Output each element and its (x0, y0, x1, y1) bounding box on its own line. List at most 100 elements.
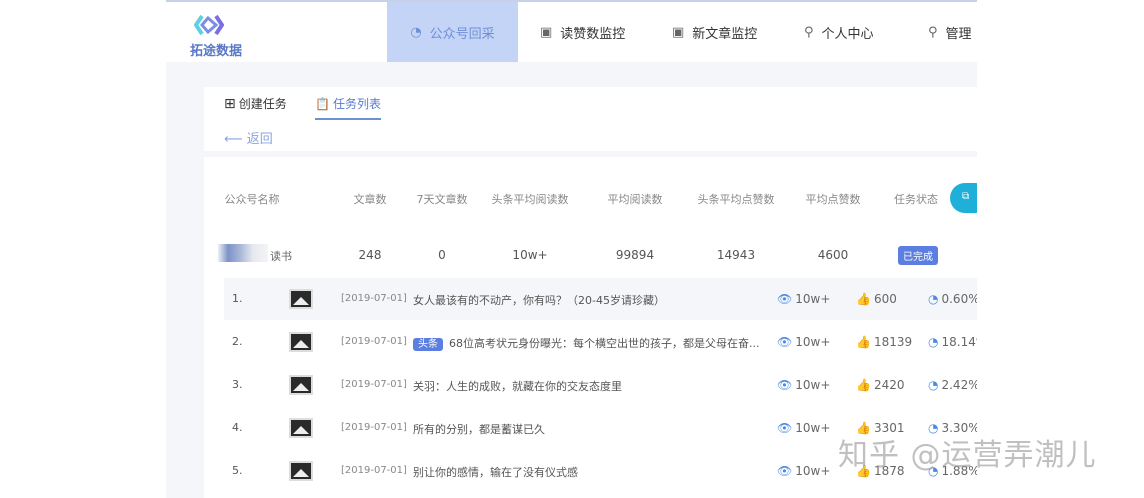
like-rate: ◔ 0.60% (928, 292, 977, 306)
col-header-avg-likes: 平均点赞数 (805, 193, 861, 206)
views: 👁 10w+ (777, 378, 830, 392)
top-header: 拓途数据 ◔ 公众号回采 ▣ 读赞数监控 ▣ 新文章监控 ⚲ 个人中心 ⚲ 管理 (166, 2, 977, 62)
clipboard-icon: 📋 (315, 96, 330, 111)
nav-label: 新文章监控 (692, 26, 758, 42)
tab-label: 任务列表 (332, 97, 381, 111)
row-index: 2. (232, 335, 243, 348)
article-row[interactable]: 3. [2019-07-01] 关羽：人生的成败，就藏在你的交友态度里 👁 10w… (224, 364, 977, 406)
avg-likes: 4600 (817, 248, 849, 262)
likes: 👍 2420 (856, 378, 905, 392)
nav-admin[interactable]: ⚲ 管理 (928, 2, 972, 62)
title-text: 女人最该有的不动产，你有吗？（20-45岁请珍藏） (413, 294, 665, 307)
views-value: 10w+ (795, 421, 831, 435)
col-header-head-avg-reads: 头条平均阅读数 (491, 193, 569, 206)
article-title[interactable]: 头条 68位高考状元身份曝光：每个横空出世的孩子，都是父母在奋... (413, 335, 760, 351)
like-rate: ◔18.14% (928, 335, 977, 349)
thumbnail-image (289, 418, 313, 438)
nav-new-article-monitor[interactable]: ▣ 新文章监控 (672, 2, 757, 62)
row-index: 5. (232, 464, 243, 477)
eye-icon: 👁 (777, 335, 793, 349)
thumbs-up-icon: 👍 (856, 378, 871, 392)
logo-icon (193, 14, 225, 36)
nav-label: 管理 (945, 26, 972, 42)
rate-value: 18.14% (941, 335, 977, 349)
nav-label: 公众号回采 (429, 26, 495, 42)
tab-task-list[interactable]: 📋 任务列表 (315, 95, 381, 120)
rate-value: 0.60% (941, 292, 977, 306)
articles-7d-count: 0 (438, 248, 446, 262)
action-button[interactable]: ⧉ (950, 183, 977, 213)
article-title[interactable]: 关羽：人生的成败，就藏在你的交友态度里 (413, 378, 622, 394)
likes-value: 18139 (873, 335, 913, 349)
article-date: [2019-07-01] (341, 293, 407, 304)
divider (204, 151, 977, 157)
avg-reads: 99894 (615, 248, 655, 262)
monitor-icon: ▣ (672, 24, 685, 40)
views-value: 10w+ (795, 464, 831, 478)
article-date: [2019-07-01] (341, 465, 407, 476)
logo-text: 拓途数据 (190, 44, 243, 59)
watermark: 知乎 @运营弄潮儿 (838, 438, 1097, 473)
head-avg-likes: 14943 (716, 248, 756, 262)
col-header-avg-reads: 平均阅读数 (607, 193, 663, 206)
pie-chart-icon: ◔ (410, 24, 422, 40)
row-index: 4. (232, 421, 243, 434)
arrow-left-icon: ⟵ (224, 132, 247, 147)
likes: 👍 600 (856, 292, 897, 306)
article-title[interactable]: 所有的分别，都是蓄谋已久 (413, 421, 545, 437)
thumbnail-image (289, 332, 313, 352)
thumbnail-image (289, 461, 313, 481)
views: 👁 10w+ (777, 292, 830, 306)
article-date: [2019-07-01] (341, 336, 407, 347)
tab-label: 创建任务 (238, 97, 287, 111)
tab-create-task[interactable]: ⊞ 创建任务 (224, 95, 287, 112)
article-date: [2019-07-01] (341, 422, 407, 433)
views-value: 10w+ (795, 292, 831, 306)
back-label: 返回 (246, 132, 273, 147)
thumbs-up-icon: 👍 (856, 292, 871, 306)
eye-icon: 👁 (777, 421, 793, 435)
pie-chart-icon: ◔ (928, 378, 939, 392)
col-header-name: 公众号名称 (224, 193, 280, 206)
likes: 👍 18139 (856, 335, 912, 349)
nav-label: 读赞数监控 (560, 26, 626, 42)
nav-read-like-monitor[interactable]: ▣ 读赞数监控 (540, 2, 625, 62)
logo[interactable]: 拓途数据 (190, 14, 243, 59)
title-text: 别让你的感情，输在了没有仪式感 (413, 466, 578, 479)
row-index: 3. (232, 378, 243, 391)
pie-chart-icon: ◔ (928, 335, 939, 349)
like-rate: ◔ 2.42% (928, 378, 977, 392)
back-link[interactable]: ⟵ 返回 (224, 128, 273, 147)
article-date: [2019-07-01] (341, 379, 407, 390)
views: 👁 10w+ (777, 335, 830, 349)
likes-value: 2420 (873, 378, 905, 392)
views: 👁 10w+ (777, 421, 830, 435)
nav-label: 个人中心 (821, 26, 874, 42)
likes-value: 600 (873, 292, 897, 306)
views-value: 10w+ (795, 378, 831, 392)
eye-icon: 👁 (777, 378, 793, 392)
rate-value: 2.42% (941, 378, 977, 392)
plus-square-icon: ⊞ (224, 95, 236, 112)
articles-count: 248 (358, 248, 382, 262)
col-header-articles: 文章数 (353, 193, 387, 206)
thumbnail-image (289, 289, 313, 309)
user-settings-icon: ⚲ (928, 24, 938, 40)
article-title[interactable]: 女人最该有的不动产，你有吗？（20-45岁请珍藏） (413, 292, 665, 308)
col-header-articles-7d: 7天文章数 (416, 193, 468, 206)
title-text: 所有的分别，都是蓄谋已久 (413, 423, 545, 436)
article-row[interactable]: 1. [2019-07-01] 女人最该有的不动产，你有吗？（20-45岁请珍藏… (224, 278, 977, 320)
article-title[interactable]: 别让你的感情，输在了没有仪式感 (413, 464, 578, 480)
views-value: 10w+ (795, 335, 831, 349)
nav-personal-center[interactable]: ⚲ 个人中心 (804, 2, 874, 62)
head-avg-reads: 10w+ (512, 248, 548, 262)
account-name: 读书 (270, 250, 292, 263)
title-text: 关羽：人生的成败，就藏在你的交友态度里 (413, 380, 622, 393)
thumbnail-image (289, 375, 313, 395)
nav-gongzhonghao-huicai[interactable]: ◔ 公众号回采 (387, 2, 518, 62)
article-row[interactable]: 2. [2019-07-01] 头条 68位高考状元身份曝光：每个横空出世的孩子，… (224, 321, 977, 363)
pie-chart-icon: ◔ (928, 292, 939, 306)
title-text: 68位高考状元身份曝光：每个横空出世的孩子，都是父母在奋... (449, 337, 760, 350)
status-badge: 已完成 (898, 246, 938, 265)
app-frame: 拓途数据 ◔ 公众号回采 ▣ 读赞数监控 ▣ 新文章监控 ⚲ 个人中心 ⚲ 管理 ⊞ 创建任… (166, 0, 977, 498)
